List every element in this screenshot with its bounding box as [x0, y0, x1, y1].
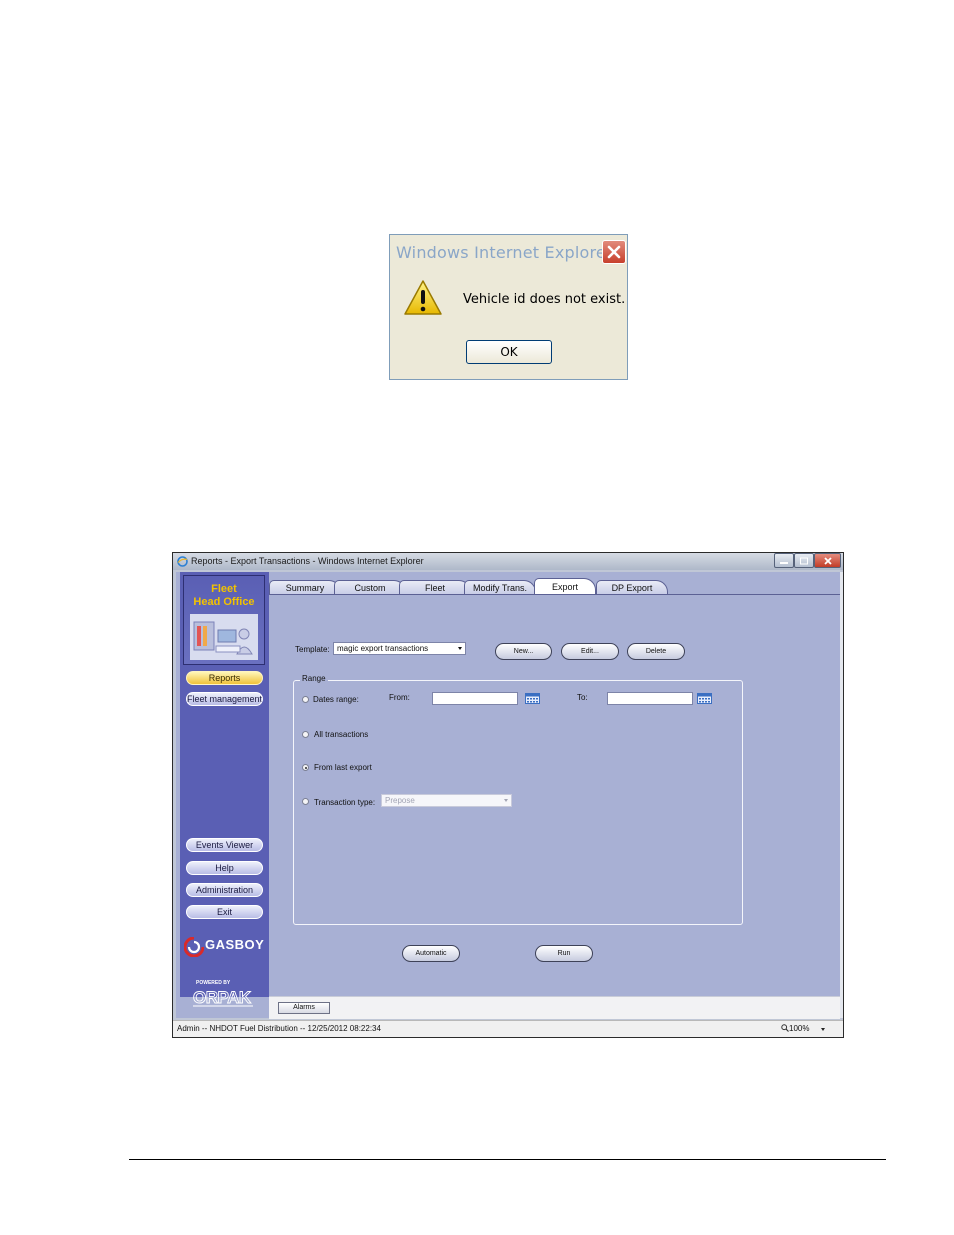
template-label: Template: — [295, 645, 330, 654]
from-last-export-radio[interactable] — [302, 764, 309, 771]
zoom-value: 100% — [789, 1024, 810, 1033]
all-transactions-label: All transactions — [314, 730, 369, 739]
tab-fleet[interactable]: Fleet — [399, 580, 471, 595]
alert-dialog: Windows Internet Explorer Vehicle id doe… — [389, 234, 628, 380]
svg-text:ORPAK: ORPAK — [193, 988, 252, 1007]
ie-icon — [177, 556, 188, 567]
zoom-level[interactable]: 100% — [781, 1024, 809, 1033]
edit-template-button[interactable]: Edit... — [561, 643, 619, 660]
alarms-button[interactable]: Alarms — [278, 1002, 330, 1014]
maximize-button[interactable] — [794, 553, 814, 568]
fleet-logo: Fleet Head Office — [183, 575, 265, 665]
chevron-down-icon[interactable] — [821, 1028, 825, 1031]
status-text: Admin -- NHDOT Fuel Distribution -- 12/2… — [177, 1024, 381, 1033]
transaction-type-radio[interactable] — [302, 798, 309, 805]
minimize-icon — [780, 561, 788, 564]
sidebar-administration-button[interactable]: Administration — [186, 883, 263, 897]
range-legend: Range — [300, 674, 328, 683]
orpak-logo: ORPAK — [193, 988, 253, 1007]
sidebar-reports-button[interactable]: Reports — [186, 671, 263, 685]
template-select[interactable]: magic export transactions — [333, 642, 466, 655]
run-button[interactable]: Run — [535, 945, 593, 962]
dates-range-radio[interactable] — [302, 696, 309, 703]
warning-icon — [404, 280, 442, 315]
maximize-icon — [800, 557, 808, 564]
window-titlebar: Reports - Export Transactions - Windows … — [173, 553, 843, 570]
gasboy-brand: GASBOY — [205, 937, 265, 952]
ok-button[interactable]: OK — [466, 340, 552, 364]
window-title: Reports - Export Transactions - Windows … — [191, 556, 424, 566]
status-bar: Admin -- NHDOT Fuel Distribution -- 12/2… — [173, 1020, 843, 1037]
tab-custom[interactable]: Custom — [334, 580, 406, 595]
to-date-input[interactable] — [607, 692, 693, 705]
transaction-type-value: Prepose — [385, 796, 415, 805]
dialog-titlebar: Windows Internet Explorer — [390, 235, 627, 269]
from-date-input[interactable] — [432, 692, 518, 705]
calendar-icon[interactable] — [697, 693, 712, 704]
sidebar-help-button[interactable]: Help — [186, 861, 263, 875]
transaction-type-select[interactable]: Prepose — [381, 794, 512, 807]
dates-range-label: Dates range: — [313, 695, 359, 704]
logo-line2: Head Office — [193, 596, 255, 608]
tab-modify-trans[interactable]: Modify Trans. — [464, 580, 536, 595]
minimize-button[interactable] — [774, 553, 794, 568]
delete-template-button[interactable]: Delete — [627, 643, 685, 660]
ie-window: Reports - Export Transactions - Windows … — [172, 552, 844, 1038]
sidebar: Fleet Head Office Reports Fleet manageme… — [180, 572, 269, 1007]
from-last-export-label: From last export — [314, 763, 372, 772]
tab-dp-export[interactable]: DP Export — [596, 580, 668, 595]
chevron-down-icon — [458, 647, 462, 650]
chevron-down-icon — [504, 799, 508, 802]
close-icon — [607, 245, 621, 259]
sidebar-events-viewer-button[interactable]: Events Viewer — [186, 838, 263, 852]
page-footer-rule — [129, 1159, 886, 1160]
office-illustration-icon — [190, 614, 258, 660]
template-select-value: magic export transactions — [337, 644, 429, 653]
close-icon — [823, 556, 832, 565]
alarms-bar: Alarms — [269, 996, 840, 1019]
new-template-button[interactable]: New... — [495, 643, 552, 660]
sidebar-fleet-management-button[interactable]: Fleet management — [186, 692, 263, 706]
zoom-icon — [781, 1024, 789, 1032]
app-content: Fleet Head Office Reports Fleet manageme… — [176, 572, 840, 1019]
tab-underline — [269, 594, 840, 595]
powered-by-label: POWERED BY — [196, 980, 231, 986]
logo-line1: Fleet — [211, 583, 237, 595]
sidebar-exit-button[interactable]: Exit — [186, 905, 263, 919]
dialog-title: Windows Internet Explorer — [396, 243, 613, 262]
automatic-button[interactable]: Automatic — [402, 945, 460, 962]
from-label: From: — [389, 693, 410, 702]
all-transactions-radio[interactable] — [302, 731, 309, 738]
dialog-close-button[interactable] — [602, 240, 626, 264]
window-close-button[interactable] — [814, 553, 841, 568]
to-label: To: — [577, 693, 588, 702]
calendar-icon[interactable] — [525, 693, 540, 704]
tab-export[interactable]: Export — [534, 578, 596, 595]
scrollbar[interactable] — [840, 572, 843, 1018]
tab-summary[interactable]: Summary — [269, 580, 341, 595]
dialog-message: Vehicle id does not exist. — [463, 292, 626, 307]
transaction-type-label: Transaction type: — [314, 798, 376, 807]
gasboy-logo-icon — [184, 937, 204, 957]
